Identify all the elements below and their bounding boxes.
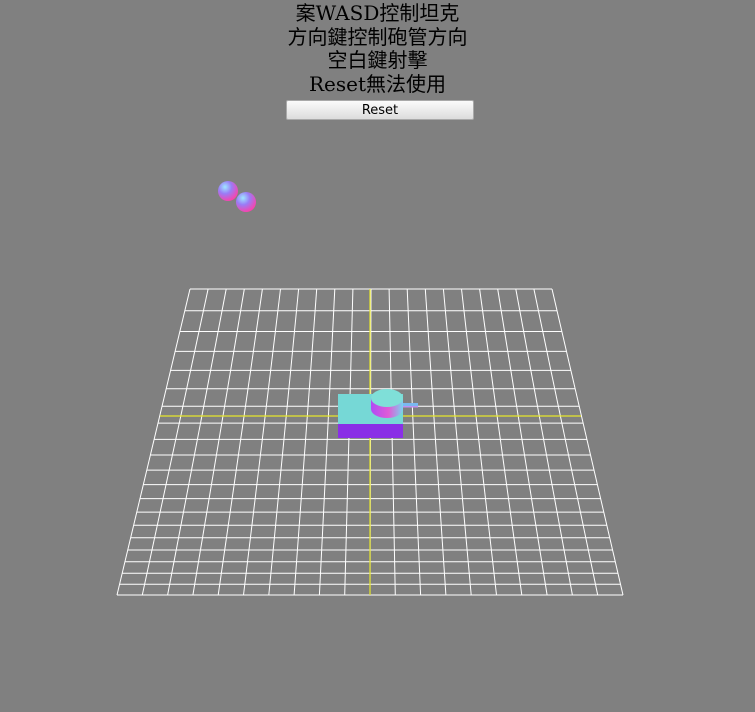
grid-line: [192, 288, 245, 596]
grid-line: [551, 288, 624, 596]
grid-line: [479, 288, 523, 596]
tank-turret-top: [371, 389, 403, 407]
grid-line: [243, 288, 281, 596]
grid-line: [497, 288, 548, 596]
projectile-ball: [236, 192, 256, 212]
projectile-ball: [218, 181, 238, 201]
grid-line: [424, 288, 447, 596]
grid-line: [388, 288, 396, 596]
grid-line: [533, 288, 599, 596]
grid-line: [141, 288, 209, 596]
grid-line: [344, 288, 354, 596]
grid-line: [217, 288, 263, 596]
grid-line: [268, 288, 300, 596]
grid-line: [167, 288, 227, 596]
grid-line: [406, 288, 422, 596]
game-canvas[interactable]: [0, 0, 755, 712]
grid-line: [116, 288, 191, 596]
projectiles: [218, 181, 256, 212]
axis-lines: [160, 289, 581, 595]
grid-line: [293, 288, 318, 596]
grid-line: [318, 288, 336, 596]
tank[interactable]: [338, 389, 418, 438]
grid-line: [515, 288, 573, 596]
tank-hull-base: [338, 424, 403, 438]
